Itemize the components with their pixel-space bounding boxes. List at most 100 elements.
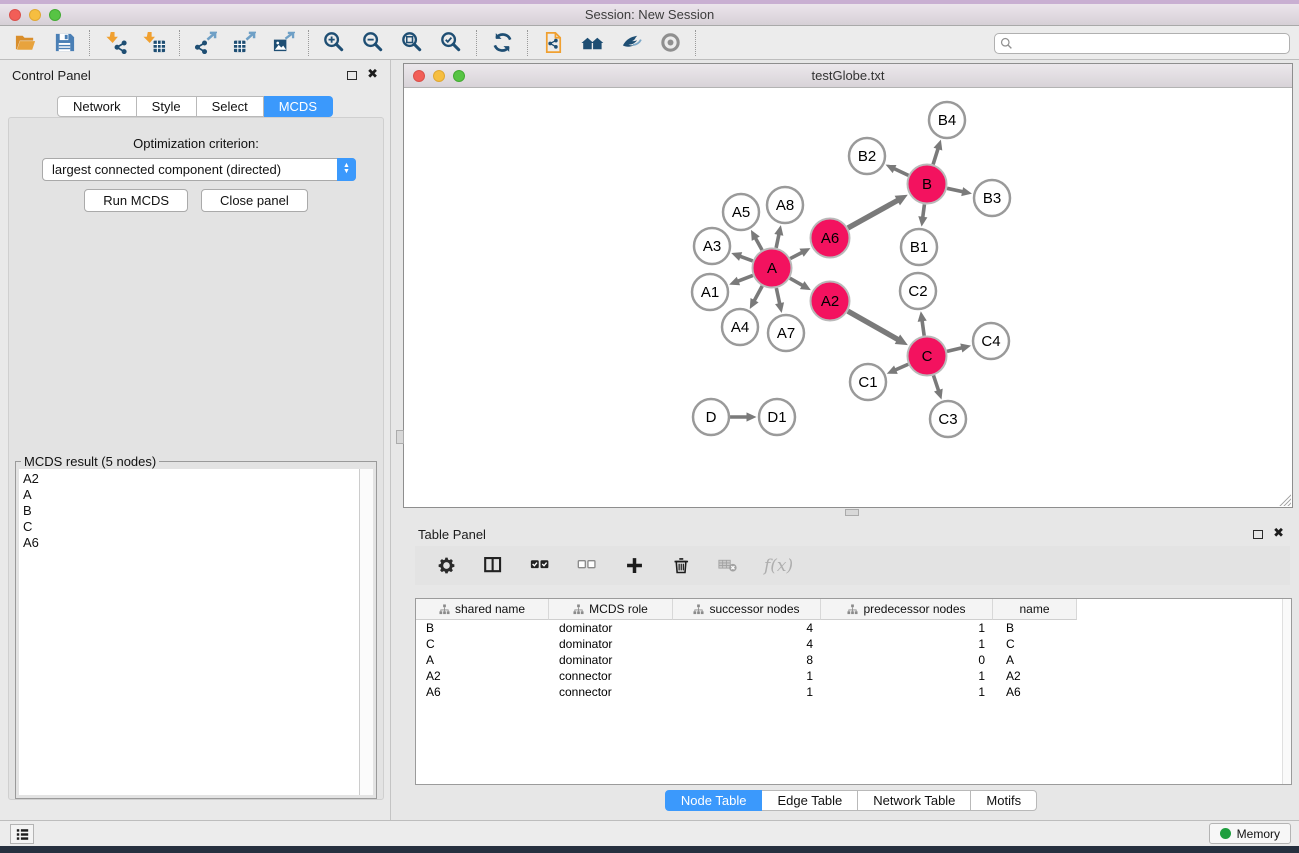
graph-edge-B-B3[interactable] (947, 187, 972, 196)
table-row[interactable]: A6connector11A6 (416, 684, 1291, 700)
graph-node-A3[interactable]: A3 (694, 228, 730, 264)
tab-style[interactable]: Style (137, 96, 197, 117)
tab-node-table[interactable]: Node Table (665, 790, 763, 811)
graph-edge-C-C2[interactable] (918, 311, 927, 335)
graph-node-A5[interactable]: A5 (723, 194, 759, 230)
tab-network-table[interactable]: Network Table (858, 790, 971, 811)
graph-edge-B-B4[interactable] (933, 140, 942, 165)
table-scrollbar[interactable] (1282, 599, 1291, 784)
graph-node-B1[interactable]: B1 (901, 229, 937, 265)
tab-motifs[interactable]: Motifs (971, 790, 1037, 811)
graph-node-B3[interactable]: B3 (974, 180, 1010, 216)
table-cell[interactable]: 1 (821, 636, 993, 652)
graph-edge-A-A1[interactable] (729, 275, 753, 285)
graph-edge-A-A2[interactable] (790, 278, 811, 290)
apply-layout-icon[interactable] (490, 31, 514, 55)
birds-eye-view-icon[interactable] (658, 31, 682, 55)
table-cell[interactable]: dominator (549, 620, 673, 636)
graph-node-C[interactable]: C (908, 337, 947, 376)
window-resize-grip[interactable] (1277, 492, 1291, 506)
result-list-item[interactable]: A2 (23, 471, 359, 487)
table-row[interactable]: A2connector11A2 (416, 668, 1291, 684)
column-header-name[interactable]: name (993, 599, 1077, 620)
graph-edge-B-B2[interactable] (886, 165, 909, 176)
graph-node-D1[interactable]: D1 (759, 399, 795, 435)
close-panel-button[interactable]: Close panel (201, 189, 308, 212)
graph-node-B[interactable]: B (908, 165, 947, 204)
graph-node-A[interactable]: A (753, 249, 792, 288)
table-cell[interactable]: B (993, 620, 1077, 636)
result-list-item[interactable]: C (23, 519, 359, 535)
table-row[interactable]: Bdominator41B (416, 620, 1291, 636)
graph-edge-A2-C[interactable] (848, 311, 908, 345)
graph-edge-A-A8[interactable] (774, 225, 783, 248)
graphics-details-icon[interactable] (619, 31, 643, 55)
graph-node-A1[interactable]: A1 (692, 274, 728, 310)
graph-edge-A-A4[interactable] (750, 286, 762, 309)
graph-edge-C-C1[interactable] (887, 364, 908, 374)
select-all-icon[interactable] (529, 554, 551, 578)
table-cell[interactable]: A6 (993, 684, 1077, 700)
result-list-scrollbar[interactable] (360, 469, 373, 795)
table-settings-icon[interactable] (435, 554, 457, 578)
table-cell[interactable]: A6 (416, 684, 549, 700)
import-network-icon[interactable] (103, 31, 127, 55)
table-cell[interactable]: connector (549, 668, 673, 684)
graph-edge-A-A6[interactable] (790, 248, 810, 258)
export-image-icon[interactable] (271, 31, 295, 55)
table-row[interactable]: Adominator80A (416, 652, 1291, 668)
table-cell[interactable]: dominator (549, 636, 673, 652)
table-cell[interactable]: 1 (821, 620, 993, 636)
table-cell[interactable]: 4 (673, 620, 821, 636)
graph-edge-B-B1[interactable] (918, 204, 927, 226)
zoom-fit-icon[interactable] (400, 31, 424, 55)
column-header-MCDS-role[interactable]: MCDS role (549, 599, 673, 620)
graph-node-D[interactable]: D (693, 399, 729, 435)
result-list-item[interactable]: A (23, 487, 359, 503)
new-network-file-icon[interactable] (541, 31, 565, 55)
graph-node-A6[interactable]: A6 (811, 219, 850, 258)
table-cell[interactable]: 8 (673, 652, 821, 668)
tab-network[interactable]: Network (57, 96, 137, 117)
graph-edge-D-D1[interactable] (730, 412, 757, 421)
result-list-item[interactable]: A6 (23, 535, 359, 551)
table-cell[interactable]: 1 (673, 668, 821, 684)
graph-edge-A-A7[interactable] (775, 288, 784, 313)
graph-edge-C-C4[interactable] (947, 343, 971, 352)
table-cell[interactable]: C (416, 636, 549, 652)
graph-edge-A-A3[interactable] (731, 252, 753, 261)
tab-select[interactable]: Select (197, 96, 264, 117)
graph-edge-A-A5[interactable] (751, 230, 762, 250)
table-cell[interactable]: 1 (821, 668, 993, 684)
graph-node-A7[interactable]: A7 (768, 315, 804, 351)
export-table-icon[interactable] (232, 31, 256, 55)
save-session-icon[interactable] (52, 31, 76, 55)
result-list-item[interactable]: B (23, 503, 359, 519)
table-row[interactable]: Cdominator41C (416, 636, 1291, 652)
graph-node-A4[interactable]: A4 (722, 309, 758, 345)
graph-node-C1[interactable]: C1 (850, 364, 886, 400)
export-network-icon[interactable] (193, 31, 217, 55)
criterion-select[interactable]: largest connected component (directed) ▲… (42, 158, 356, 181)
zoom-selected-icon[interactable] (439, 31, 463, 55)
float-panel-icon[interactable] (347, 71, 357, 80)
column-visibility-icon[interactable] (482, 554, 504, 578)
column-header-predecessor-nodes[interactable]: predecessor nodes (821, 599, 993, 620)
table-cell[interactable]: 1 (673, 684, 821, 700)
graph-node-A2[interactable]: A2 (811, 282, 850, 321)
table-cell[interactable]: 1 (821, 684, 993, 700)
open-session-icon[interactable] (13, 31, 37, 55)
import-table-icon[interactable] (142, 31, 166, 55)
table-cell[interactable]: B (416, 620, 549, 636)
table-cell[interactable]: A (993, 652, 1077, 668)
table-cell[interactable]: connector (549, 684, 673, 700)
tab-edge-table[interactable]: Edge Table (762, 790, 858, 811)
delete-column-icon[interactable] (670, 554, 692, 578)
graph-node-B4[interactable]: B4 (929, 102, 965, 138)
graph-node-A8[interactable]: A8 (767, 187, 803, 223)
horizontal-splitter-handle[interactable] (845, 509, 859, 516)
table-cell[interactable]: 4 (673, 636, 821, 652)
table-cell[interactable]: A (416, 652, 549, 668)
close-panel-icon[interactable]: ✖ (367, 70, 378, 80)
graph-edge-C-C3[interactable] (933, 375, 942, 399)
